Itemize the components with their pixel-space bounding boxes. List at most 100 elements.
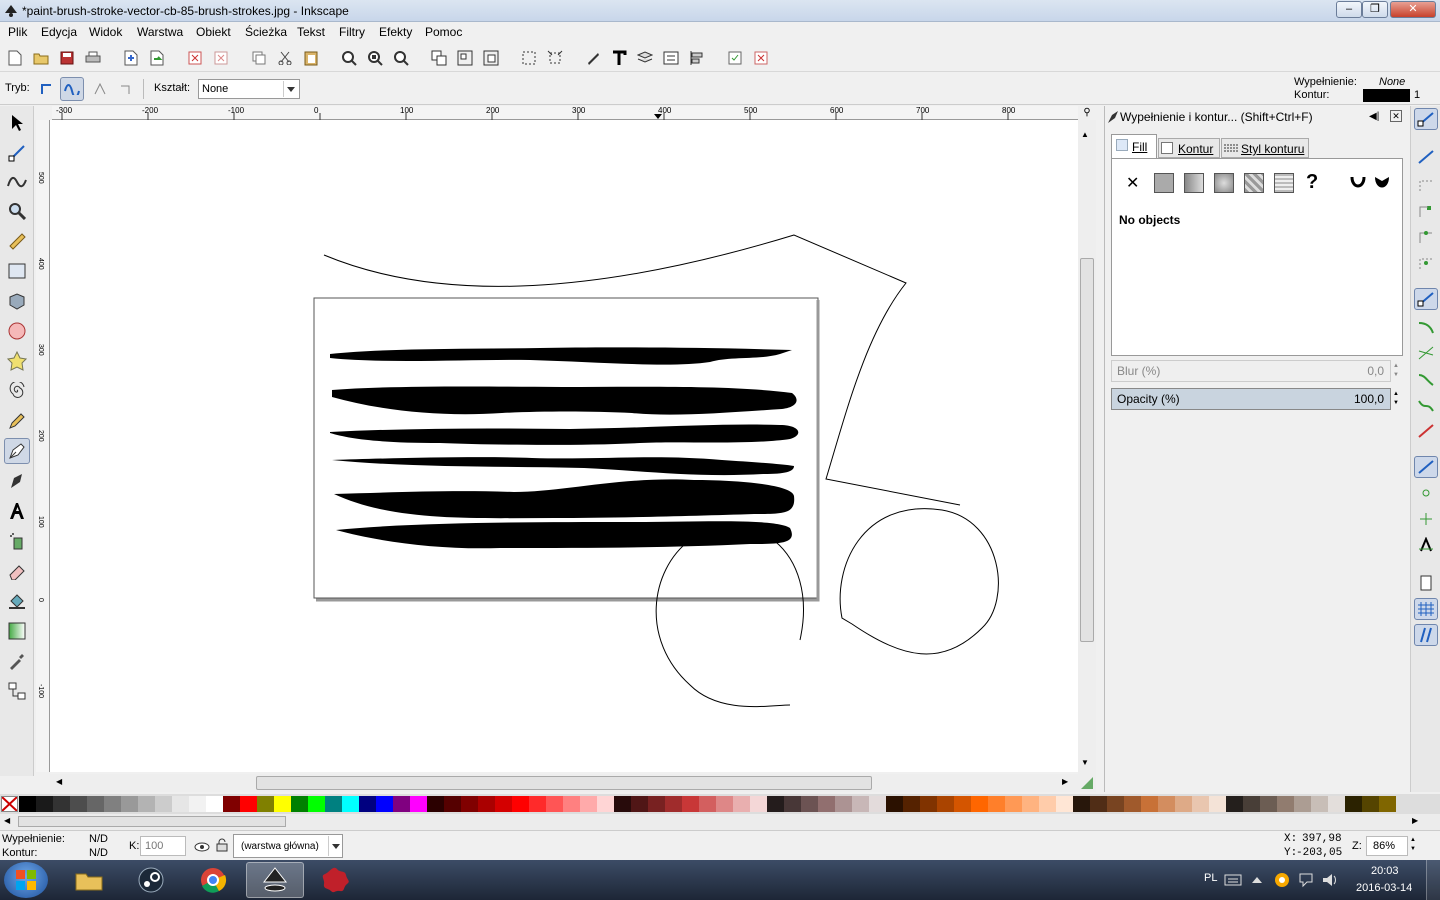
opacity-k-input[interactable]: 100 bbox=[140, 836, 186, 856]
language-indicator[interactable]: PL bbox=[1204, 872, 1217, 884]
snap-bbox-corner-icon[interactable] bbox=[1414, 200, 1438, 222]
zoom-tool-icon[interactable] bbox=[4, 198, 30, 224]
palette-swatch[interactable] bbox=[1328, 796, 1345, 812]
snap-intersections-icon[interactable] bbox=[1414, 342, 1438, 364]
snap-guides-icon[interactable] bbox=[1414, 624, 1438, 646]
spray-tool-icon[interactable] bbox=[4, 528, 30, 554]
palette-swatch[interactable] bbox=[1141, 796, 1158, 812]
palette-swatch[interactable] bbox=[869, 796, 886, 812]
taskbar-explorer-icon[interactable] bbox=[60, 862, 118, 898]
palette-swatch[interactable] bbox=[87, 796, 104, 812]
gradient-tool-icon[interactable] bbox=[4, 618, 30, 644]
palette-swatch[interactable] bbox=[1175, 796, 1192, 812]
drawing-canvas[interactable] bbox=[50, 120, 1078, 772]
palette-swatch[interactable] bbox=[1260, 796, 1277, 812]
palette-swatch[interactable] bbox=[1277, 796, 1294, 812]
snap-rotation-center-icon[interactable] bbox=[1414, 508, 1438, 530]
shape-select[interactable]: None bbox=[198, 79, 300, 99]
redo-icon[interactable] bbox=[211, 48, 231, 68]
status-fill-value[interactable]: N/D bbox=[89, 833, 108, 845]
taskbar-steam-icon[interactable] bbox=[122, 862, 180, 898]
palette-swatch[interactable] bbox=[308, 796, 325, 812]
menu-plik[interactable]: Plik bbox=[8, 25, 27, 39]
ellipse-tool-icon[interactable] bbox=[4, 318, 30, 344]
horizontal-scrollbar[interactable]: ◀ ▶ bbox=[50, 774, 1096, 792]
palette-swatch[interactable] bbox=[1158, 796, 1175, 812]
mesh-gradient-icon[interactable] bbox=[1244, 173, 1264, 193]
zoom-input[interactable]: 86% bbox=[1366, 836, 1408, 856]
zoom-corner-icon[interactable]: ⚲ bbox=[1079, 107, 1095, 120]
object-properties-icon[interactable] bbox=[661, 48, 681, 68]
taskbar-inkscape-icon[interactable] bbox=[246, 862, 304, 898]
start-button[interactable] bbox=[4, 862, 48, 898]
palette-swatch[interactable] bbox=[1294, 796, 1311, 812]
snap-bbox-icon[interactable] bbox=[1414, 146, 1438, 168]
opacity-slider[interactable]: Opacity (%) 100,0 bbox=[1111, 388, 1391, 410]
palette-swatch[interactable] bbox=[342, 796, 359, 812]
minimize-button[interactable]: – bbox=[1336, 1, 1362, 18]
palette-swatch[interactable] bbox=[1005, 796, 1022, 812]
zoom-drawing-icon[interactable] bbox=[365, 48, 385, 68]
layers-icon[interactable] bbox=[635, 48, 655, 68]
circle-path-shape[interactable] bbox=[839, 508, 999, 655]
measure-tool-icon[interactable] bbox=[4, 228, 30, 254]
palette-swatch[interactable] bbox=[1362, 796, 1379, 812]
taskbar-chrome-icon[interactable] bbox=[184, 862, 242, 898]
palette-swatch[interactable] bbox=[444, 796, 461, 812]
maximize-button[interactable]: ❐ bbox=[1362, 1, 1388, 18]
palette-swatch[interactable] bbox=[240, 796, 257, 812]
resize-grip-icon[interactable] bbox=[1081, 777, 1093, 789]
palette-swatch[interactable] bbox=[427, 796, 444, 812]
opacity-stepper-icon[interactable]: ▲ ▼ bbox=[1393, 390, 1399, 408]
palette-swatch[interactable] bbox=[495, 796, 512, 812]
palette-swatch[interactable] bbox=[53, 796, 70, 812]
fill-indicator-value[interactable]: None bbox=[1379, 76, 1405, 88]
layer-lock-icon[interactable] bbox=[216, 838, 228, 852]
palette-swatch[interactable] bbox=[546, 796, 563, 812]
blur-slider[interactable]: Blur (%) 0,0 bbox=[1111, 360, 1391, 382]
palette-swatch[interactable] bbox=[1345, 796, 1362, 812]
palette-swatch[interactable] bbox=[393, 796, 410, 812]
menu-widok[interactable]: Widok bbox=[89, 25, 122, 39]
pencil-tool-icon[interactable] bbox=[4, 408, 30, 434]
undo-icon[interactable] bbox=[185, 48, 205, 68]
palette-swatch[interactable] bbox=[1073, 796, 1090, 812]
fill-rule-evenodd-icon[interactable] bbox=[1350, 175, 1366, 191]
palette-swatch[interactable] bbox=[36, 796, 53, 812]
horizontal-scroll-thumb[interactable] bbox=[256, 776, 872, 790]
palette-swatch[interactable] bbox=[138, 796, 155, 812]
no-color-swatch[interactable] bbox=[1, 796, 18, 812]
palette-swatch[interactable] bbox=[886, 796, 903, 812]
eraser-tool-icon[interactable] bbox=[4, 558, 30, 584]
zoom-stepper-icon[interactable]: ▲ ▼ bbox=[1410, 836, 1416, 854]
preferences-icon[interactable] bbox=[725, 48, 745, 68]
scroll-up-icon[interactable]: ▲ bbox=[1081, 130, 1089, 139]
layer-visibility-icon[interactable] bbox=[194, 839, 210, 853]
tweak-tool-icon[interactable] bbox=[4, 168, 30, 194]
tab-fill[interactable]: Fill bbox=[1111, 134, 1157, 158]
snap-cusp-nodes-icon[interactable] bbox=[1414, 368, 1438, 390]
selector-tool-icon[interactable] bbox=[4, 110, 30, 136]
palette-swatch[interactable] bbox=[223, 796, 240, 812]
taskbar-app-splat-icon[interactable] bbox=[308, 862, 366, 898]
tab-kontur[interactable]: Kontur bbox=[1158, 138, 1220, 158]
snap-enable-icon[interactable] bbox=[1414, 108, 1438, 130]
duplicate-icon[interactable] bbox=[249, 48, 269, 68]
rectangle-tool-icon[interactable] bbox=[4, 258, 30, 284]
palette-swatch[interactable] bbox=[920, 796, 937, 812]
unset-paint-icon[interactable]: ? bbox=[1306, 171, 1318, 194]
snap-paths-icon[interactable] bbox=[1414, 316, 1438, 338]
action-center-icon[interactable] bbox=[1298, 872, 1314, 888]
palette-scroll-left-icon[interactable]: ◀ bbox=[4, 816, 10, 825]
palette-swatch[interactable] bbox=[699, 796, 716, 812]
palette-swatch[interactable] bbox=[410, 796, 427, 812]
snap-bbox-edge-icon[interactable] bbox=[1414, 174, 1438, 196]
print-icon[interactable] bbox=[83, 48, 103, 68]
snap-select-icon[interactable] bbox=[519, 48, 539, 68]
panel-close-icon[interactable]: ✕ bbox=[1390, 110, 1402, 122]
palette-scroll-thumb[interactable] bbox=[18, 816, 286, 827]
export-icon[interactable] bbox=[147, 48, 167, 68]
menu-filtry[interactable]: Filtry bbox=[339, 25, 365, 39]
show-hidden-icons-icon[interactable] bbox=[1252, 876, 1262, 884]
paste-icon[interactable] bbox=[301, 48, 321, 68]
